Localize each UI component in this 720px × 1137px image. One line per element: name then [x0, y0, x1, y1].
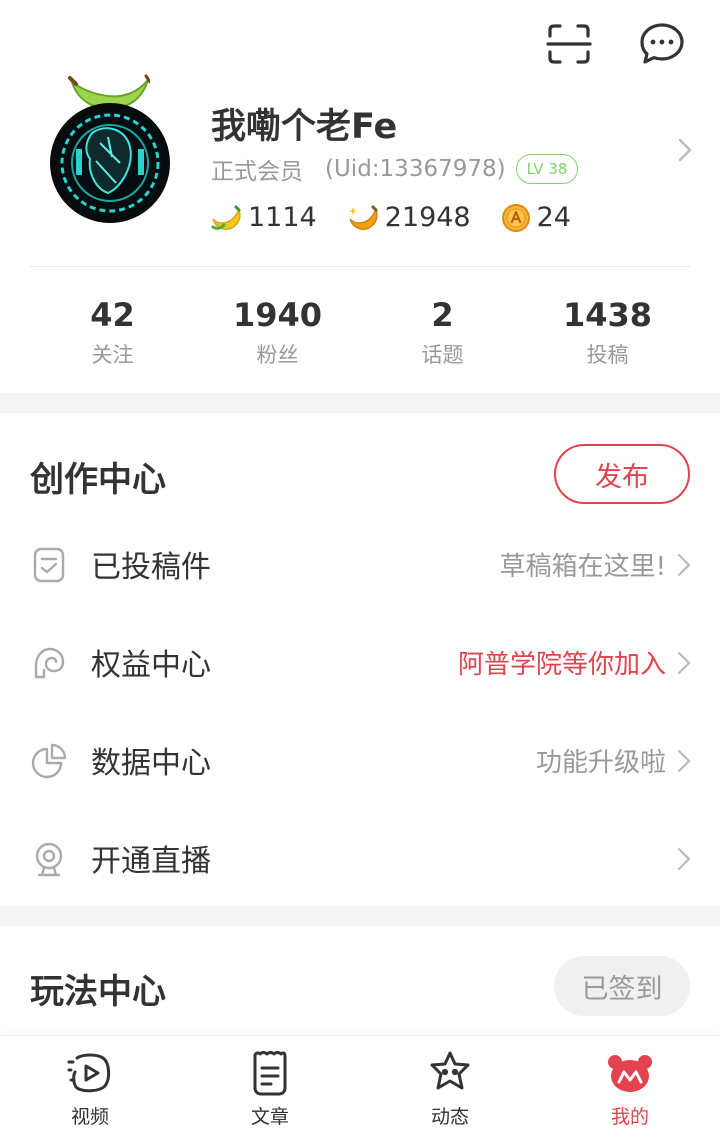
chevron-right-icon — [677, 553, 691, 577]
stat-label: 粉丝 — [256, 343, 299, 367]
menu-label: 开通直播 — [91, 844, 211, 879]
stat-label: 话题 — [421, 343, 464, 367]
tab-video[interactable]: 视频 — [0, 1036, 180, 1137]
stat-submissions[interactable]: 1438 投稿 — [525, 290, 690, 380]
creation-center-title: 创作中心 — [30, 460, 166, 500]
stat-value: 42 — [90, 296, 135, 334]
menu-label: 已投稿件 — [91, 550, 211, 585]
stat-label: 投稿 — [586, 343, 629, 367]
stat-following[interactable]: 42 关注 — [30, 290, 195, 380]
gold-banana-value: 21948 — [384, 202, 471, 233]
tab-article[interactable]: 文章 — [180, 1036, 360, 1137]
avatar-image — [50, 103, 170, 223]
camera-icon — [35, 842, 63, 877]
pie-chart-icon — [31, 743, 67, 779]
menu-hint: 草稿箱在这里! — [499, 552, 666, 582]
banana-count: 1114 — [210, 202, 317, 233]
menu-label: 权益中心 — [91, 648, 211, 683]
acoin-count: 24 — [501, 202, 571, 233]
gold-banana-count: 21948 — [347, 202, 471, 233]
tab-label: 动态 — [430, 1106, 469, 1128]
me-icon — [608, 1055, 652, 1092]
menu-hint: 功能升级啦 — [535, 748, 666, 778]
menu-item-rights[interactable]: 权益中心 阿普学院等你加入 — [0, 614, 720, 712]
tab-label: 视频 — [70, 1106, 109, 1128]
menu-item-live[interactable]: 开通直播 — [0, 810, 720, 908]
menu-item-submissions[interactable]: 已投稿件 草稿箱在这里! — [0, 516, 720, 614]
uid-text: (Uid:13367978) — [325, 156, 506, 182]
stats-row: 42 关注 1940 粉丝 2 话题 1438 投稿 — [30, 290, 690, 380]
acoin-icon — [501, 203, 530, 232]
avatar[interactable] — [48, 68, 172, 228]
chevron-right-icon — [677, 749, 691, 773]
feed-icon — [430, 1051, 470, 1090]
acoin-value: 24 — [536, 202, 571, 233]
signed-in-button[interactable]: 已签到 — [554, 956, 690, 1016]
publish-button[interactable]: 发布 — [554, 444, 690, 504]
currency-row: 1114 21948 24 — [210, 202, 601, 233]
section-gap — [0, 393, 720, 413]
video-icon — [67, 1053, 111, 1093]
level-badge: LV 38 — [515, 154, 579, 184]
profile-card[interactable]: 我嘞个老Fe 正式会员 (Uid:13367978) LV 38 1114 21… — [0, 60, 720, 265]
stat-label: 关注 — [91, 343, 134, 367]
rights-icon — [34, 647, 65, 679]
chevron-right-icon — [677, 847, 691, 871]
play-center-title: 玩法中心 — [30, 972, 166, 1012]
document-check-icon — [33, 547, 65, 583]
member-type: 正式会员 — [211, 159, 303, 185]
tab-label: 我的 — [610, 1106, 649, 1128]
menu-label: 数据中心 — [91, 746, 211, 781]
member-info: 正式会员 (Uid:13367978) LV 38 — [211, 152, 579, 186]
stat-value: 1940 — [232, 296, 323, 334]
username: 我嘞个老Fe — [211, 107, 398, 147]
tab-me[interactable]: 我的 — [540, 1036, 720, 1137]
section-gap — [0, 906, 720, 926]
article-icon — [253, 1051, 287, 1096]
menu-hint: 阿普学院等你加入 — [457, 650, 666, 680]
tab-feed[interactable]: 动态 — [360, 1036, 540, 1137]
stat-value: 2 — [431, 296, 454, 334]
banana-icon — [211, 205, 241, 230]
stat-topics[interactable]: 2 话题 — [360, 290, 525, 380]
chevron-right-icon — [677, 651, 691, 675]
gold-banana-icon — [348, 205, 378, 230]
stat-value: 1438 — [562, 296, 653, 334]
stat-followers[interactable]: 1940 粉丝 — [195, 290, 360, 380]
bottom-tab-bar: 视频 文章 动态 我的 — [0, 1035, 720, 1137]
banana-value: 1114 — [248, 202, 317, 233]
divider — [30, 266, 690, 267]
chevron-right-icon — [678, 138, 692, 162]
menu-item-data[interactable]: 数据中心 功能升级啦 — [0, 712, 720, 810]
tab-label: 文章 — [250, 1106, 289, 1128]
